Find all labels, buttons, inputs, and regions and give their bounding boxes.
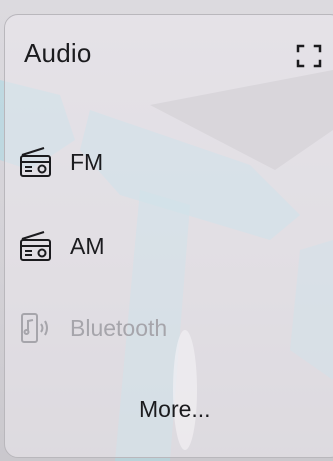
radio-icon bbox=[18, 144, 58, 180]
card-title: Audio bbox=[24, 38, 92, 68]
expand-button[interactable] bbox=[294, 42, 324, 70]
phone-audio-icon bbox=[18, 310, 58, 346]
source-item-bluetooth[interactable]: Bluetooth bbox=[18, 308, 278, 348]
audio-screen: Audio FM AM Bluetooth More... bbox=[0, 0, 333, 461]
source-label: Bluetooth bbox=[70, 314, 168, 341]
source-item-fm[interactable]: FM bbox=[18, 142, 278, 182]
source-item-am[interactable]: AM bbox=[18, 226, 278, 266]
expand-icon bbox=[296, 44, 322, 68]
more-button[interactable]: More... bbox=[139, 396, 211, 423]
radio-icon bbox=[18, 228, 58, 264]
source-label: AM bbox=[70, 232, 105, 259]
source-label: FM bbox=[70, 148, 104, 175]
